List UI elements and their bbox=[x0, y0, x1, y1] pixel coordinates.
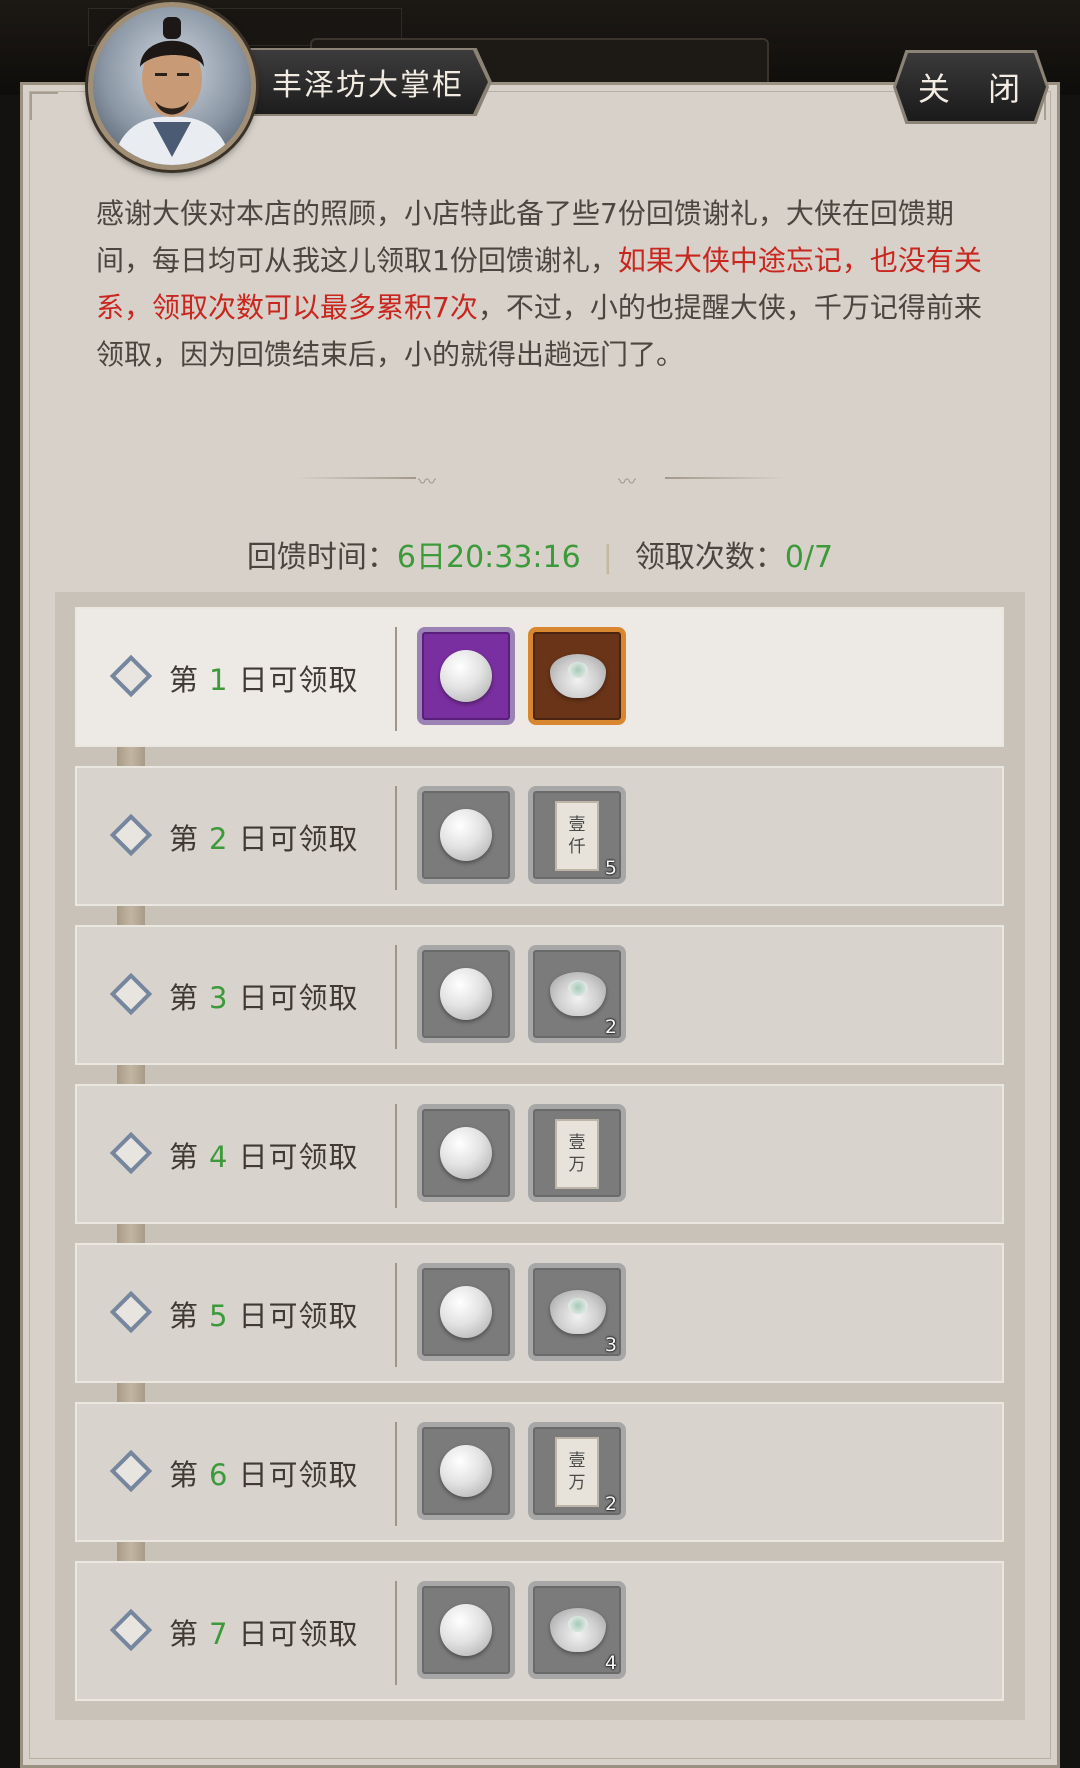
banknote-character: 壹 bbox=[568, 1133, 586, 1153]
item-quantity: 4 bbox=[604, 1652, 617, 1674]
corner-ornament bbox=[30, 92, 58, 120]
reward-item-slot[interactable] bbox=[417, 1581, 515, 1679]
banknote-icon: 壹万 bbox=[555, 1437, 599, 1507]
time-value: 6日20:33:16 bbox=[396, 540, 581, 575]
item-quantity: 2 bbox=[604, 1493, 617, 1515]
status-separator: | bbox=[602, 540, 613, 575]
row-divider bbox=[395, 1104, 397, 1208]
swirl-ornament-icon: 〰 bbox=[418, 472, 436, 493]
reward-item-slot[interactable] bbox=[417, 1422, 515, 1520]
reward-row-day-2[interactable]: 第 2 日可领取 壹仟 5 bbox=[75, 766, 1004, 906]
pearl-icon bbox=[440, 650, 492, 702]
day-suffix: 日可领取 bbox=[238, 663, 359, 697]
day-suffix: 日可领取 bbox=[238, 1140, 359, 1174]
banknote-icon: 壹万 bbox=[555, 1119, 599, 1189]
banknote-character: 仟 bbox=[568, 837, 586, 857]
status-line: 回馈时间：6日20:33:16 | 领取次数：0/7 bbox=[0, 532, 1080, 576]
divider-right bbox=[665, 477, 785, 479]
reward-day-label: 第 4 日可领取 bbox=[169, 1134, 358, 1176]
reward-item-slot[interactable] bbox=[528, 627, 626, 725]
description-text: 感谢大侠对本店的照顾，小店特此备了些7份回馈谢礼，大侠在回馈期间，每日均可从我这… bbox=[96, 190, 986, 378]
npc-avatar bbox=[88, 2, 256, 170]
row-divider bbox=[395, 945, 397, 1049]
reward-item-slot[interactable]: 壹仟5 bbox=[528, 786, 626, 884]
day-prefix: 第 bbox=[169, 1458, 200, 1492]
banknote-character: 万 bbox=[568, 1473, 586, 1493]
day-suffix: 日可领取 bbox=[238, 1299, 359, 1333]
reward-day-label: 第 5 日可领取 bbox=[169, 1293, 358, 1335]
reward-row-day-5[interactable]: 第 5 日可领取 3 bbox=[75, 1243, 1004, 1383]
reward-row-day-1[interactable]: 第 1 日可领取 bbox=[75, 607, 1004, 747]
day-number: 4 bbox=[209, 1140, 229, 1174]
reward-item-slot[interactable]: 4 bbox=[528, 1581, 626, 1679]
row-divider bbox=[395, 786, 397, 890]
day-number: 7 bbox=[209, 1617, 229, 1651]
reward-item-slot[interactable]: 3 bbox=[528, 1263, 626, 1361]
reward-item-slot[interactable] bbox=[417, 786, 515, 884]
reward-day-label: 第 2 日可领取 bbox=[169, 816, 358, 858]
day-number: 2 bbox=[209, 822, 229, 856]
divider-left bbox=[296, 477, 416, 479]
day-prefix: 第 bbox=[169, 1617, 200, 1651]
reward-row-day-7[interactable]: 第 7 日可领取 4 bbox=[75, 1561, 1004, 1701]
reward-day-label: 第 7 日可领取 bbox=[169, 1611, 358, 1653]
npc-name: 丰泽坊大掌柜 bbox=[272, 68, 464, 103]
reward-item-slot[interactable]: 2 bbox=[528, 945, 626, 1043]
silver-ingot-icon bbox=[550, 654, 606, 698]
banknote-character: 壹 bbox=[568, 815, 586, 835]
time-label: 回馈时间： bbox=[246, 540, 397, 575]
banknote-character: 壹 bbox=[568, 1451, 586, 1471]
row-divider bbox=[395, 627, 397, 731]
row-divider bbox=[395, 1263, 397, 1367]
close-button-label: 关 闭 bbox=[896, 53, 1046, 121]
reward-row-day-4[interactable]: 第 4 日可领取 壹万 bbox=[75, 1084, 1004, 1224]
merchant-portrait-icon bbox=[113, 17, 231, 165]
day-suffix: 日可领取 bbox=[238, 1458, 359, 1492]
reward-day-label: 第 1 日可领取 bbox=[169, 657, 358, 699]
day-prefix: 第 bbox=[169, 663, 200, 697]
day-number: 3 bbox=[209, 981, 229, 1015]
day-suffix: 日可领取 bbox=[238, 981, 359, 1015]
row-divider bbox=[395, 1581, 397, 1685]
pearl-icon bbox=[440, 1127, 492, 1179]
pearl-icon bbox=[440, 1286, 492, 1338]
reward-item-slot[interactable] bbox=[417, 627, 515, 725]
reward-item-slot[interactable] bbox=[417, 1263, 515, 1361]
count-label: 领取次数： bbox=[634, 540, 785, 575]
pearl-icon bbox=[440, 968, 492, 1020]
close-button[interactable]: 关 闭 bbox=[893, 50, 1049, 124]
item-quantity: 5 bbox=[604, 857, 617, 879]
day-prefix: 第 bbox=[169, 981, 200, 1015]
day-number: 6 bbox=[209, 1458, 229, 1492]
pearl-icon bbox=[440, 809, 492, 861]
reward-row-day-3[interactable]: 第 3 日可领取 2 bbox=[75, 925, 1004, 1065]
day-prefix: 第 bbox=[169, 1299, 200, 1333]
reward-row-day-6[interactable]: 第 6 日可领取 壹万 2 bbox=[75, 1402, 1004, 1542]
day-suffix: 日可领取 bbox=[238, 822, 359, 856]
reward-day-label: 第 3 日可领取 bbox=[169, 975, 358, 1017]
day-number: 5 bbox=[209, 1299, 229, 1333]
day-number: 1 bbox=[209, 663, 229, 697]
silver-ingot-icon bbox=[550, 1290, 606, 1334]
count-value: 0/7 bbox=[784, 540, 834, 575]
pearl-icon bbox=[440, 1445, 492, 1497]
reward-item-slot[interactable] bbox=[417, 1104, 515, 1202]
reward-item-slot[interactable] bbox=[417, 945, 515, 1043]
day-suffix: 日可领取 bbox=[238, 1617, 359, 1651]
pearl-icon bbox=[440, 1604, 492, 1656]
banknote-character: 万 bbox=[568, 1155, 586, 1175]
silver-ingot-icon bbox=[550, 972, 606, 1016]
banknote-icon: 壹仟 bbox=[555, 801, 599, 871]
day-prefix: 第 bbox=[169, 1140, 200, 1174]
silver-ingot-icon bbox=[550, 1608, 606, 1652]
item-quantity: 2 bbox=[604, 1016, 617, 1038]
item-quantity: 3 bbox=[604, 1334, 617, 1356]
swirl-ornament-icon: 〰 bbox=[618, 472, 636, 493]
day-prefix: 第 bbox=[169, 822, 200, 856]
reward-day-label: 第 6 日可领取 bbox=[169, 1452, 358, 1494]
reward-item-slot[interactable]: 壹万2 bbox=[528, 1422, 626, 1520]
reward-item-slot[interactable]: 壹万 bbox=[528, 1104, 626, 1202]
row-divider bbox=[395, 1422, 397, 1526]
